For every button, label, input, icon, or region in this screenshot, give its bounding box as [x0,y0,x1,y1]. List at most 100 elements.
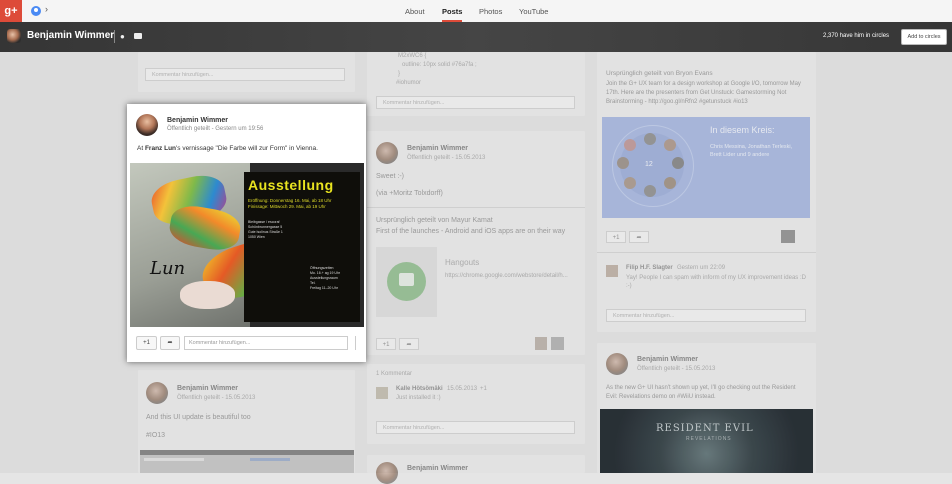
comment-text: Just installed it :) [396,395,441,401]
comment-input[interactable]: Kommentar hinzufügen... [606,309,806,322]
code-line: M2xWC6 { [398,53,427,59]
link-title[interactable]: Hangouts [445,258,479,267]
comment-input[interactable]: Kommentar hinzufügen... [184,336,348,350]
post-text: (via +Moritz Tolxdorff) [376,190,443,197]
poster-dates: Eröffnung: Donnerstag 16. Mai, ab 18 Uhr… [248,198,331,210]
google-plus-logo[interactable]: g+ [0,0,22,22]
reshare-attribution[interactable]: Ursprünglich geteilt von Mayur Kamat [376,217,493,224]
location-pin-icon[interactable]: ● [120,32,125,41]
avatar[interactable] [535,337,547,350]
avatar[interactable] [376,462,398,484]
reshare-attribution[interactable]: Ursprünglich geteilt von Bryon Evans [606,70,713,77]
tab-youtube[interactable]: YouTube [519,0,548,22]
plus-one-button[interactable]: +1 [376,338,396,350]
post-author[interactable]: Benjamin Wimmer [637,356,698,363]
comment-plus-one[interactable]: +1 [480,386,487,392]
circle-title: In diesem Kreis: [710,125,775,135]
person-mention-link[interactable]: Franz Lun [145,145,176,152]
avatar[interactable] [606,265,618,277]
comment-text: Yay! People I can spam with inform of my… [626,275,806,289]
focused-post-card: Benjamin Wimmer Öffentlich geteilt - Ges… [127,104,366,362]
post-author[interactable]: Benjamin Wimmer [407,145,468,152]
code-line: } [398,71,401,77]
post-meta: Öffentlich geteilt - 15.05.2013 [637,366,716,372]
post-meta: Öffentlich geteilt - 15.05.2013 [177,395,256,401]
profile-name[interactable]: Benjamin Wimmer [27,30,114,41]
plus-one-button[interactable]: +1 [136,336,157,350]
code-line: outline: 10px solid #76a7fa ; [402,62,477,68]
tab-photos[interactable]: Photos [479,0,502,22]
post-text: And this UI update is beautiful too [146,414,251,421]
message-icon[interactable] [134,33,142,39]
poster-info: Öffnungszeiten Mo. 16.+ ag 19 Uhr Ausste… [310,266,340,291]
profile-avatar[interactable] [7,29,21,43]
circle-members[interactable]: Chris Messina, Jonathan Terleski, Brett … [710,143,802,159]
commenter-name[interactable]: Kalle Hötsömäki [396,386,443,392]
post-author[interactable]: Benjamin Wimmer [177,385,238,392]
divider [355,336,356,350]
post-meta: Öffentlich geteilt - Gestern um 19:56 [167,126,263,132]
poster-title: Ausstellung [248,177,334,193]
divider [597,252,816,253]
author-avatar[interactable] [136,114,158,136]
post-card [367,455,585,473]
post-visibility[interactable]: Öffentlich geteilt [167,126,210,132]
comment-input[interactable]: Kommentar hinzufügen... [376,421,575,434]
post-card [367,131,585,355]
circles-count: 2,370 have him in circles [823,33,890,39]
share-button[interactable]: ➦ [629,231,649,243]
comment-date: 15.05.2013 [447,386,478,392]
tab-about[interactable]: About [405,0,425,22]
tab-posts[interactable]: Posts [442,0,463,22]
comment-input[interactable]: Kommentar hinzufügen... [376,96,575,109]
share-button[interactable]: ➦ [399,338,419,350]
profile-header-bar [0,22,952,52]
share-icon: ➦ [167,340,173,346]
avatar[interactable] [146,382,168,404]
top-navigation-bar [0,0,952,23]
avatar[interactable] [376,387,388,399]
add-to-circles-button[interactable]: Add to circles [901,29,947,45]
commenter-name[interactable]: Filip H.F. Slagter [626,265,673,271]
avatar[interactable] [551,337,564,350]
poster-address: Bleibgasse / escoraf Schönbrunnergasse 5… [248,220,283,240]
post-hashtag[interactable]: #IO13 [146,432,165,439]
divider [114,30,115,43]
user-profile-icon[interactable] [31,6,41,16]
comment-input[interactable]: Kommentar hinzufügen... [145,68,345,81]
link-preview-image[interactable] [376,247,437,317]
divider [367,207,585,208]
post-meta: Öffentlich geteilt - 15.05.2013 [407,155,486,161]
poster-date-line: Finissage: Mittwoch 29. Mai, ab 19 Uhr [248,204,326,209]
comment-date: Gestern um 22:09 [677,265,726,271]
game-image[interactable]: RESIDENT EVIL REVELATIONS [600,409,813,473]
avatar[interactable] [606,353,628,375]
comments-count[interactable]: 1 Kommentar [376,371,412,377]
post-text: Join the G+ UX team for a design worksho… [606,81,801,105]
avatar[interactable] [781,230,795,243]
post-text-prefix: At [137,145,145,152]
game-title: RESIDENT EVIL [656,423,754,434]
post-text: At Franz Lun's vernissage "Die Farbe wil… [137,145,318,152]
post-time[interactable]: Gestern um 19:56 [215,126,263,132]
game-subtitle: REVELATIONS [686,436,732,442]
poster-address-line: 1050 Wien [248,235,265,239]
post-author[interactable]: Benjamin Wimmer [407,465,468,472]
screenshot-thumbnail[interactable] [140,450,354,473]
link-url[interactable]: https://chrome.google.com/webstore/detai… [445,273,568,279]
avatar[interactable] [376,142,398,164]
circle-share-panel[interactable]: 12 In diesem Kreis: Chris Messina, Jonat… [602,117,810,218]
artist-signature: Lun [150,258,186,279]
post-author[interactable]: Benjamin Wimmer [167,117,228,124]
post-text: As the new G+ UI hasn't shown up yet, I'… [606,385,796,400]
share-button[interactable]: ➦ [160,336,180,350]
chevron-right-icon[interactable]: › [45,4,48,14]
post-photo[interactable]: Lun Ausstellung Eröffnung: Donnerstag 16… [130,163,364,327]
circle-count: 12 [645,161,653,168]
poster-info-line: Freitag 11–20 Uhr [310,286,338,290]
post-text: Sweet :-) [376,173,405,180]
exhibition-poster: Ausstellung Eröffnung: Donnerstag 16. Ma… [244,172,360,322]
plus-one-button[interactable]: +1 [606,231,626,243]
post-text-suffix: 's vernissage "Die Farbe will zur Form" … [176,145,318,152]
post-hashtag[interactable]: #iohumor [396,80,421,86]
